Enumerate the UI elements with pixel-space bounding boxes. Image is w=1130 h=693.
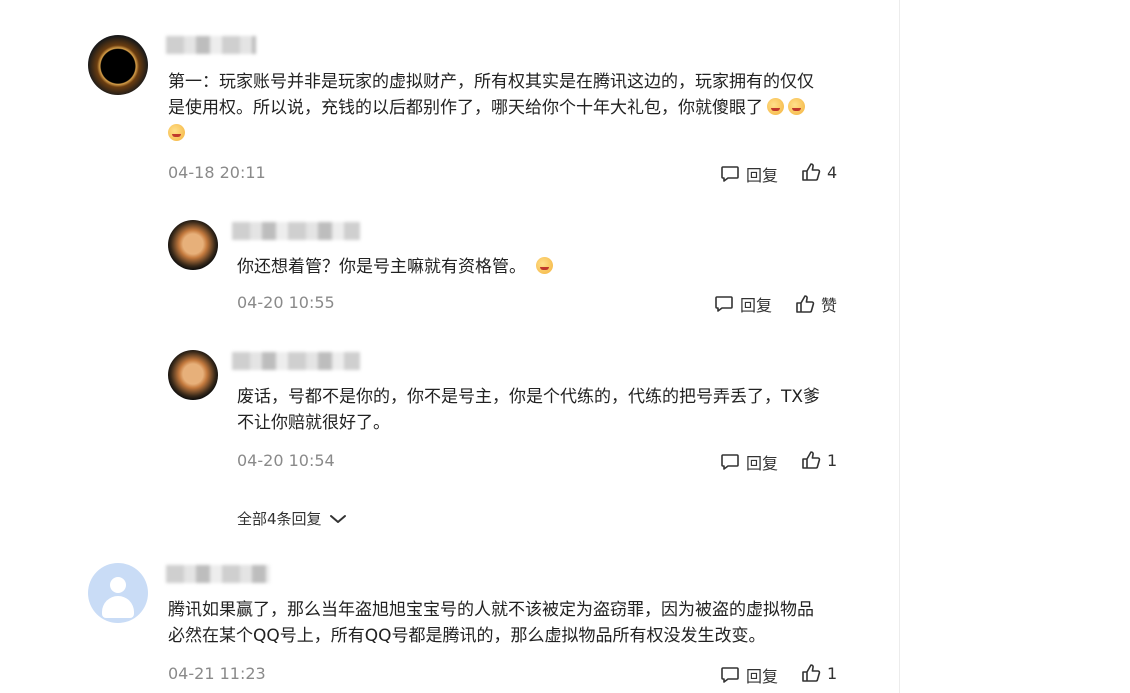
- avatar[interactable]: [168, 350, 218, 400]
- like-count: 1: [827, 663, 838, 683]
- avatar[interactable]: [88, 563, 148, 623]
- reply-bubble-icon: [721, 166, 739, 182]
- comment-text-line-with-emoji: 是使用权。所以说，充钱的以后都别作了，哪天给你个十年大礼包，你就傻眼了: [168, 95, 805, 121]
- like-button[interactable]: 4: [801, 162, 837, 182]
- emoji-icon: [536, 257, 553, 274]
- right-panel-divider: [899, 0, 900, 693]
- reply-text-line: 不让你赔就很好了。: [237, 413, 390, 433]
- like-count: 4: [827, 162, 838, 182]
- username-blurred[interactable]: [232, 222, 360, 240]
- thumbs-up-icon: [802, 163, 821, 181]
- comment-text-line: 第一：玩家账号并非是玩家的虚拟财产，所有权其实是在腾讯这边的，玩家拥有的仅仅: [168, 72, 814, 92]
- comment-emoji-line: [164, 121, 185, 147]
- emoji-icon: [788, 98, 805, 115]
- comment-text-line: 腾讯如果赢了，那么当年盗旭旭宝宝号的人就不该被定为盗窃罪，因为被盗的虚拟物品: [168, 600, 814, 620]
- expand-replies-label: 全部4条回复: [237, 510, 322, 528]
- default-avatar-icon: [110, 577, 126, 593]
- reply-label: 回复: [746, 667, 779, 686]
- thumbs-up-icon: [802, 664, 821, 682]
- reply-text-with-emoji: 你还想着管？你是号主嘛就有资格管。: [237, 254, 553, 280]
- reply-bubble-icon: [715, 296, 733, 312]
- comment-time: 04-20 10:55: [237, 293, 335, 312]
- reply-label: 回复: [746, 454, 779, 473]
- reply-bubble-icon: [721, 454, 739, 470]
- comment-time: 04-20 10:54: [237, 451, 335, 470]
- like-button[interactable]: 赞: [795, 292, 837, 316]
- expand-replies-button[interactable]: 全部4条回复: [237, 508, 348, 529]
- comment-text-line: 必然在某个QQ号上，所有QQ号都是腾讯的，那么虚拟物品所有权没发生改变。: [168, 626, 766, 646]
- reply-button[interactable]: 回复: [720, 663, 778, 687]
- reply-button[interactable]: 回复: [720, 450, 778, 474]
- like-label: 赞: [821, 296, 838, 315]
- thumbs-up-icon: [802, 451, 821, 469]
- username-blurred[interactable]: [232, 352, 360, 370]
- avatar[interactable]: [88, 35, 148, 95]
- username-blurred[interactable]: [166, 565, 270, 583]
- comment-time: 04-18 20:11: [168, 163, 266, 182]
- reply-button[interactable]: 回复: [720, 162, 778, 186]
- emoji-icon: [168, 124, 185, 141]
- reply-label: 回复: [746, 166, 779, 185]
- reply-button[interactable]: 回复: [714, 292, 772, 316]
- chevron-down-icon: [329, 514, 346, 523]
- like-button[interactable]: 1: [801, 663, 837, 683]
- comment-time: 04-21 11:23: [168, 664, 266, 683]
- emoji-icon: [767, 98, 784, 115]
- reply-label: 回复: [740, 296, 773, 315]
- reply-text-line: 废话，号都不是你的，你不是号主，你是个代练的，代练的把号弄丢了，TX爹: [237, 387, 821, 407]
- reply-bubble-icon: [721, 667, 739, 683]
- thumbs-up-icon: [796, 295, 815, 313]
- like-count: 1: [827, 450, 838, 470]
- avatar[interactable]: [168, 220, 218, 270]
- like-button[interactable]: 1: [801, 450, 837, 470]
- username-blurred[interactable]: [166, 36, 256, 54]
